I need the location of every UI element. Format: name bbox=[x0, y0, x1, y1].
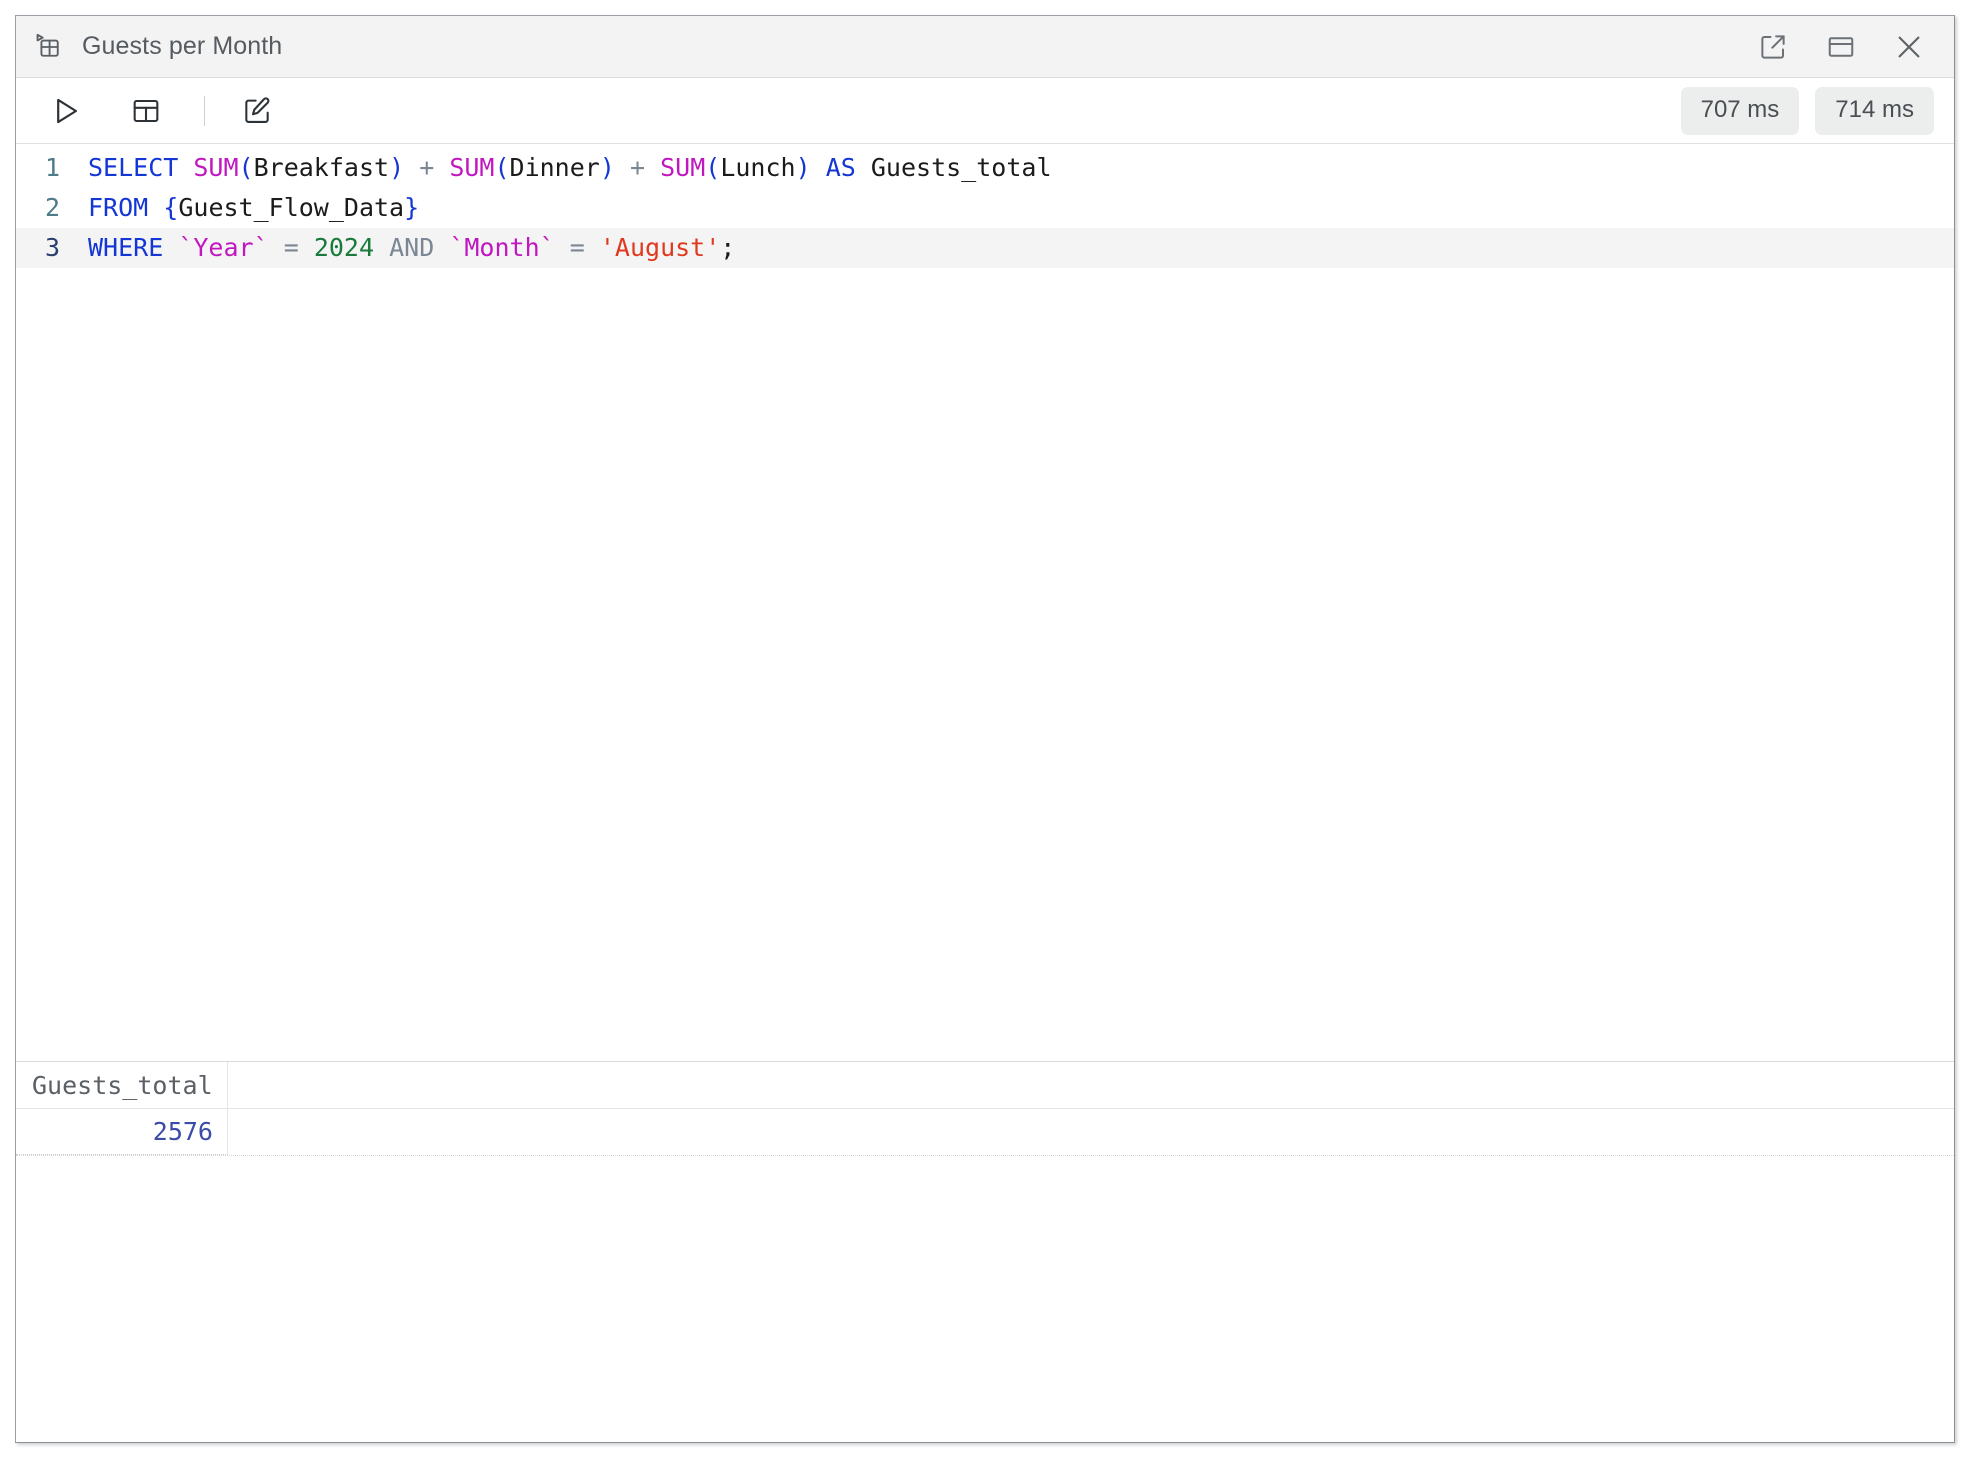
pencil-edit-icon bbox=[245, 96, 270, 123]
results-header-row: Guests_total bbox=[16, 1062, 1954, 1109]
split-panel-button[interactable] bbox=[1818, 24, 1864, 70]
cell-filler bbox=[228, 1109, 1954, 1155]
run-query-button[interactable] bbox=[42, 87, 90, 135]
query-editor-window: Guests per Month 707 ms 714 ms 1 SELECT … bbox=[15, 15, 1955, 1443]
edit-query-button[interactable] bbox=[233, 87, 281, 135]
toolbar-divider bbox=[204, 95, 205, 126]
code-line[interactable]: 1 SELECT SUM(Breakfast) + SUM(Dinner) + … bbox=[16, 148, 1954, 188]
code-line-active[interactable]: 3 WHERE `Year` = 2024 AND `Month` = 'Aug… bbox=[16, 228, 1954, 268]
timing-badge-compile: 707 ms bbox=[1680, 86, 1800, 135]
line-number: 2 bbox=[44, 193, 60, 222]
show-table-button[interactable] bbox=[122, 87, 170, 135]
page-title: Guests per Month bbox=[82, 32, 283, 60]
column-header-guests-total[interactable]: Guests_total bbox=[16, 1062, 228, 1108]
sql-editor[interactable]: 1 SELECT SUM(Breakfast) + SUM(Dinner) + … bbox=[16, 144, 1954, 1061]
editor-toolbar: 707 ms 714 ms bbox=[16, 78, 1954, 144]
table-row[interactable]: 2576 bbox=[16, 1109, 1954, 1156]
cell-guests-total[interactable]: 2576 bbox=[16, 1109, 228, 1155]
code-line-text: WHERE `Year` = 2024 AND `Month` = 'Augus… bbox=[88, 233, 736, 262]
play-icon bbox=[57, 98, 78, 123]
results-grid: Guests_total 2576 bbox=[16, 1061, 1954, 1442]
code-line-text: SELECT SUM(Breakfast) + SUM(Dinner) + SU… bbox=[88, 153, 1052, 182]
line-number: 3 bbox=[44, 233, 60, 262]
table-icon bbox=[133, 99, 159, 122]
window-titlebar: Guests per Month bbox=[16, 16, 1954, 78]
timing-badge-total: 714 ms bbox=[1815, 86, 1934, 135]
open-external-button[interactable] bbox=[1750, 24, 1796, 70]
close-button[interactable] bbox=[1886, 24, 1932, 70]
code-line[interactable]: 2 FROM {Guest_Flow_Data} bbox=[16, 188, 1954, 228]
external-link-icon bbox=[1761, 34, 1785, 59]
close-icon bbox=[1898, 36, 1920, 57]
panel-layout-icon bbox=[1828, 36, 1854, 57]
line-number: 1 bbox=[44, 153, 60, 182]
table-run-icon bbox=[34, 32, 64, 62]
column-header-filler bbox=[228, 1062, 1954, 1108]
code-line-text: FROM {Guest_Flow_Data} bbox=[88, 193, 420, 222]
